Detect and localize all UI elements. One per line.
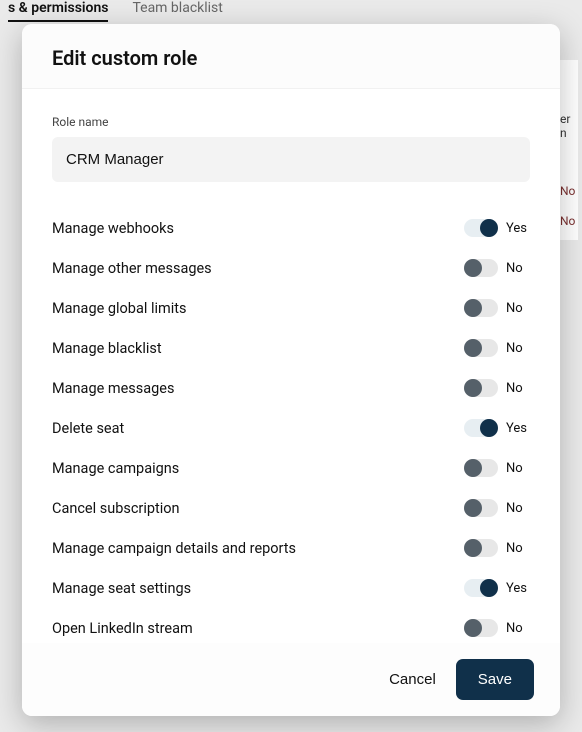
toggle-knob (480, 419, 498, 437)
permission-toggle[interactable] (464, 619, 498, 637)
permission-label: Manage webhooks (52, 220, 174, 237)
save-button[interactable]: Save (456, 659, 534, 700)
permission-toggle-wrap: No (464, 339, 530, 357)
toggle-knob (464, 499, 482, 517)
bg-col-header: er n (560, 64, 576, 140)
permission-label: Manage campaigns (52, 460, 179, 477)
permission-row: Manage seat settings Yes (52, 568, 530, 608)
permission-toggle-wrap: No (464, 299, 530, 317)
toggle-state-text: No (506, 461, 530, 476)
permission-label: Manage global limits (52, 300, 186, 317)
role-name-input[interactable] (52, 137, 530, 182)
bg-cell: No (560, 198, 576, 228)
toggle-state-text: No (506, 501, 530, 516)
permission-toggle[interactable] (464, 219, 498, 237)
permission-toggle-wrap: No (464, 379, 530, 397)
permission-toggle[interactable] (464, 539, 498, 557)
toggle-state-text: No (506, 261, 530, 276)
permission-label: Manage seat settings (52, 580, 191, 597)
permission-label: Delete seat (52, 420, 124, 437)
permission-toggle[interactable] (464, 459, 498, 477)
bg-cell: No (560, 140, 576, 198)
permission-row: Manage global limits No (52, 288, 530, 328)
permission-toggle-wrap: Yes (464, 219, 530, 237)
cancel-button[interactable]: Cancel (389, 671, 436, 688)
permission-toggle[interactable] (464, 419, 498, 437)
permission-row: Open LinkedIn stream No (52, 608, 530, 643)
permission-label: Manage messages (52, 380, 174, 397)
permission-toggle-wrap: No (464, 259, 530, 277)
toggle-state-text: No (506, 621, 530, 636)
permission-label: Manage blacklist (52, 340, 162, 357)
permission-toggle-wrap: Yes (464, 419, 530, 437)
permission-row: Manage campaigns No (52, 448, 530, 488)
tab-permissions[interactable]: s & permissions (8, 0, 108, 22)
modal-footer: Cancel Save (22, 643, 560, 716)
toggle-knob (480, 219, 498, 237)
background-tabs: s & permissions Team blacklist (0, 0, 582, 22)
permission-toggle-wrap: No (464, 459, 530, 477)
permission-toggle[interactable] (464, 499, 498, 517)
toggle-state-text: No (506, 381, 530, 396)
toggle-state-text: No (506, 341, 530, 356)
toggle-knob (464, 619, 482, 637)
modal-body[interactable]: Role name Manage webhooks Yes Manage other… (22, 89, 560, 643)
permission-toggle-wrap: No (464, 619, 530, 637)
permission-row: Manage messages No (52, 368, 530, 408)
permission-row: Manage webhooks Yes (52, 208, 530, 248)
toggle-knob (464, 539, 482, 557)
permission-toggle-wrap: No (464, 539, 530, 557)
permissions-list: Manage webhooks Yes Manage other messages N… (52, 208, 530, 643)
toggle-knob (464, 339, 482, 357)
edit-role-modal: Edit custom role Role name Manage webhoo… (22, 24, 560, 716)
permission-toggle-wrap: Yes (464, 579, 530, 597)
permission-row: Delete seat Yes (52, 408, 530, 448)
role-name-label: Role name (52, 115, 530, 129)
toggle-knob (464, 459, 482, 477)
permission-label: Open LinkedIn stream (52, 620, 193, 637)
permission-label: Cancel subscription (52, 500, 180, 517)
permission-row: Manage other messages No (52, 248, 530, 288)
permission-label: Manage campaign details and reports (52, 540, 296, 557)
permission-toggle[interactable] (464, 339, 498, 357)
permission-toggle[interactable] (464, 299, 498, 317)
permission-toggle-wrap: No (464, 499, 530, 517)
permission-toggle[interactable] (464, 379, 498, 397)
permission-label: Manage other messages (52, 260, 212, 277)
toggle-knob (464, 379, 482, 397)
toggle-state-text: No (506, 541, 530, 556)
modal-title: Edit custom role (52, 46, 530, 70)
permission-toggle[interactable] (464, 259, 498, 277)
toggle-state-text: Yes (506, 221, 530, 236)
toggle-state-text: Yes (506, 581, 530, 596)
permission-row: Manage campaign details and reports No (52, 528, 530, 568)
toggle-knob (464, 299, 482, 317)
modal-header: Edit custom role (22, 24, 560, 89)
permission-row: Manage blacklist No (52, 328, 530, 368)
tab-team-blacklist[interactable]: Team blacklist (132, 0, 222, 22)
permission-row: Cancel subscription No (52, 488, 530, 528)
toggle-knob (480, 579, 498, 597)
permission-toggle[interactable] (464, 579, 498, 597)
toggle-knob (464, 259, 482, 277)
background-table-fragment: er n No No (558, 60, 578, 240)
toggle-state-text: Yes (506, 421, 530, 436)
toggle-state-text: No (506, 301, 530, 316)
